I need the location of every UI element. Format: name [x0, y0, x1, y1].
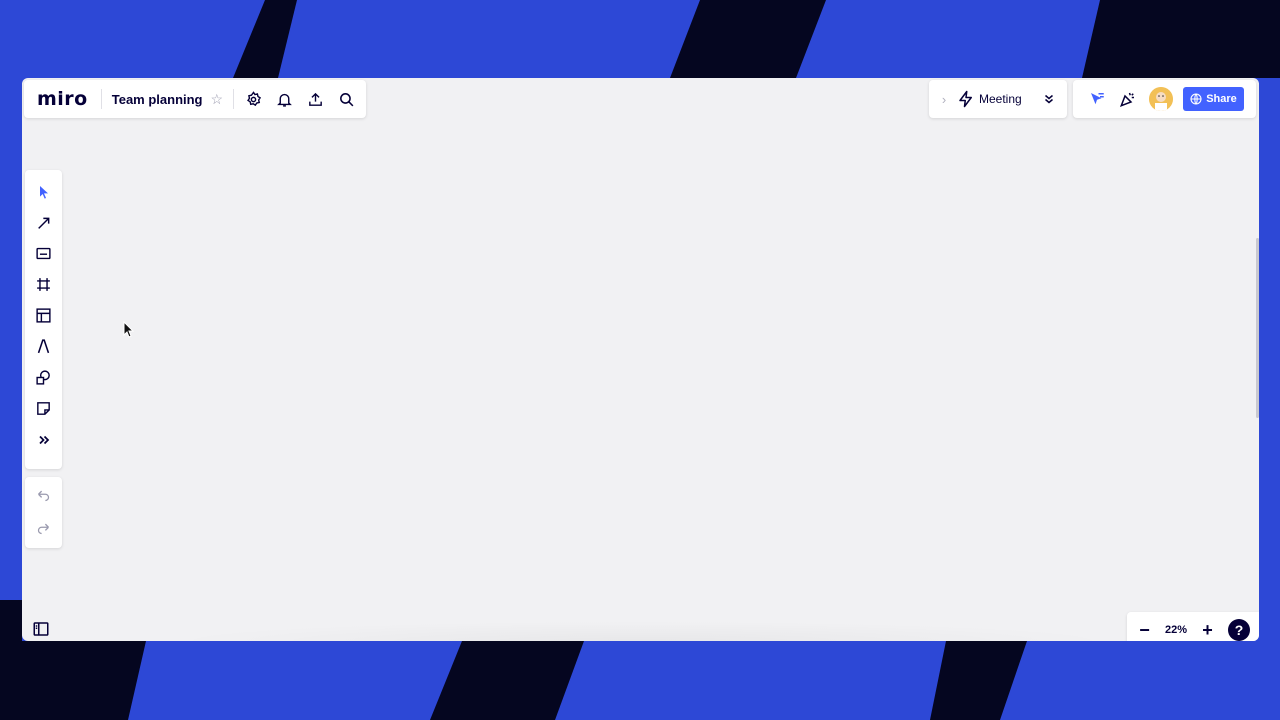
lightning-icon: [959, 90, 972, 108]
upload-icon[interactable]: [300, 84, 331, 115]
zoom-controls: − 22% + ?: [1127, 612, 1259, 641]
select-icon[interactable]: [25, 176, 62, 207]
meeting-button[interactable]: Meeting: [957, 90, 1022, 108]
frame-icon[interactable]: [25, 269, 62, 300]
chevron-right-icon[interactable]: ›: [933, 92, 955, 107]
plus-icon: +: [1202, 619, 1213, 640]
bell-icon[interactable]: [269, 84, 300, 115]
header-divider: [100, 89, 102, 109]
settings-icon[interactable]: [238, 84, 269, 115]
more-icon[interactable]: [25, 424, 62, 455]
miro-logo[interactable]: miro: [37, 88, 88, 110]
text-icon[interactable]: [25, 331, 62, 362]
zoom-out-button[interactable]: −: [1129, 615, 1160, 642]
canvas-shadow: [162, 621, 1122, 641]
sidebar-icon: [33, 622, 49, 636]
board-title[interactable]: Team planning: [112, 92, 203, 107]
miro-board-window: miro Team planning ☆ › Meeting Share − 2…: [22, 78, 1259, 641]
avatar[interactable]: [1149, 87, 1173, 111]
collaboration-panel: › Meeting: [929, 80, 1067, 118]
board-header: miro Team planning ☆: [24, 80, 366, 118]
history-toolbar: [25, 477, 62, 548]
sidebar-toggle-button[interactable]: [26, 615, 56, 641]
sticky-note-icon[interactable]: [25, 393, 62, 424]
help-button[interactable]: ?: [1228, 619, 1250, 641]
share-button[interactable]: Share: [1183, 87, 1244, 111]
share-label: Share: [1206, 93, 1237, 105]
meeting-label: Meeting: [979, 92, 1022, 106]
search-icon[interactable]: [331, 84, 362, 115]
zoom-in-button[interactable]: +: [1192, 615, 1223, 642]
celebrate-icon[interactable]: [1112, 84, 1143, 115]
star-icon[interactable]: ☆: [211, 91, 224, 108]
creation-toolbar: [25, 170, 62, 469]
minus-icon: −: [1139, 619, 1150, 640]
mouse-cursor-icon: [123, 321, 135, 338]
globe-icon: [1190, 93, 1202, 105]
vertical-scrollbar[interactable]: [1256, 238, 1259, 418]
chevron-double-down-icon[interactable]: [1034, 84, 1065, 115]
card-icon[interactable]: [25, 238, 62, 269]
share-panel: Share: [1073, 80, 1256, 118]
help-icon: ?: [1234, 622, 1244, 638]
pen-arrow-icon[interactable]: [25, 207, 62, 238]
header-divider: [233, 89, 235, 109]
template-icon[interactable]: [25, 300, 62, 331]
undo-icon[interactable]: [25, 479, 62, 512]
zoom-level[interactable]: 22%: [1160, 624, 1192, 636]
cursor-filter-icon[interactable]: [1081, 84, 1112, 115]
redo-icon[interactable]: [25, 512, 62, 545]
shapes-icon[interactable]: [25, 362, 62, 393]
